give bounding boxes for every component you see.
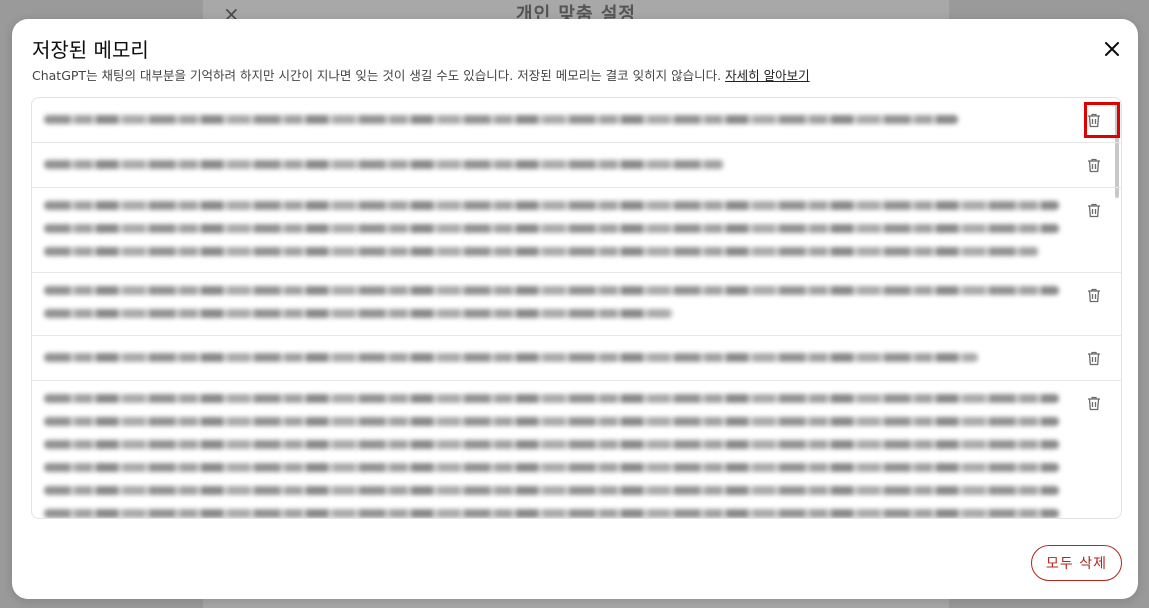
modal-subtitle: ChatGPT는 채팅의 대부분을 기억하려 하지만 시간이 지나면 잊는 것이… (32, 65, 810, 84)
memory-text-blurred (44, 201, 1059, 270)
delete-memory-button[interactable] (1085, 349, 1103, 367)
blurred-line (44, 440, 1059, 449)
blurred-line (44, 486, 1059, 495)
blurred-line (44, 115, 958, 124)
memory-item (32, 272, 1121, 336)
delete-all-button[interactable]: 모두 삭제 (1031, 545, 1122, 581)
memory-text-blurred (44, 115, 1059, 138)
memory-item (32, 335, 1121, 381)
close-icon (1105, 42, 1119, 56)
memory-text-blurred (44, 353, 1059, 376)
memory-text-blurred (44, 160, 1059, 183)
trash-icon (1088, 288, 1100, 302)
trash-icon (1088, 203, 1100, 217)
trash-icon (1088, 396, 1100, 410)
modal-title: 저장된 메모리 (32, 38, 149, 62)
blurred-line (44, 353, 978, 362)
delete-memory-button[interactable] (1085, 394, 1103, 412)
delete-memory-button[interactable] (1085, 156, 1103, 174)
memory-item (32, 380, 1121, 518)
highlight-box (1084, 102, 1120, 138)
close-button[interactable] (1100, 37, 1124, 61)
blurred-line (44, 509, 1059, 518)
delete-memory-button[interactable] (1085, 286, 1103, 304)
delete-memory-button[interactable] (1085, 201, 1103, 219)
blurred-line (44, 309, 674, 318)
blurred-line (44, 247, 1039, 256)
learn-more-link[interactable]: 자세히 알아보기 (725, 68, 809, 83)
blurred-line (44, 201, 1059, 210)
trash-icon (1088, 351, 1100, 365)
memory-text-blurred (44, 394, 1059, 518)
trash-icon (1088, 158, 1100, 172)
memory-item (32, 187, 1121, 273)
subtitle-text: ChatGPT는 채팅의 대부분을 기억하려 하지만 시간이 지나면 잊는 것이… (32, 68, 722, 83)
memory-text-blurred (44, 286, 1059, 332)
blurred-line (44, 160, 725, 169)
blurred-line (44, 224, 1059, 233)
saved-memories-modal: 저장된 메모리 ChatGPT는 채팅의 대부분을 기억하려 하지만 시간이 지… (12, 19, 1138, 599)
blurred-line (44, 286, 1059, 295)
blurred-line (44, 417, 1059, 426)
memory-item (32, 142, 1121, 188)
blurred-line (44, 394, 1059, 403)
memory-item (32, 98, 1121, 143)
memory-list[interactable] (31, 97, 1122, 519)
blurred-line (44, 463, 1059, 472)
